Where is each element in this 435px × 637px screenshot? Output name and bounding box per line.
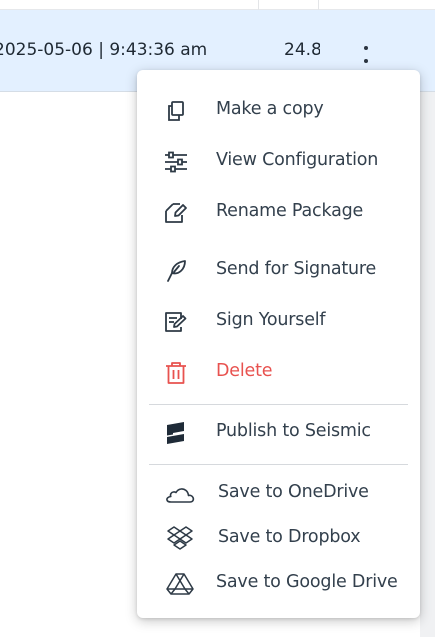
menu-divider <box>149 404 408 405</box>
menu-item-publish-to-seismic[interactable]: Publish to Seismic <box>137 411 420 455</box>
trash-icon <box>163 361 189 385</box>
rename-icon <box>163 201 189 225</box>
menu-item-label: Publish to Seismic <box>216 421 371 441</box>
menu-item-label: Send for Signature <box>216 259 377 279</box>
column-divider <box>318 0 319 10</box>
menu-item-save-to-google-drive[interactable]: Save to Google Drive <box>137 562 420 606</box>
table-previous-row <box>0 0 435 10</box>
dropbox-icon <box>165 526 195 551</box>
menu-item-label: View Configuration <box>216 150 379 170</box>
column-divider <box>258 0 259 10</box>
copy-icon <box>163 99 189 123</box>
menu-item-label: Sign Yourself <box>216 310 326 330</box>
menu-item-label: Save to Google Drive <box>216 572 398 592</box>
menu-item-label: Make a copy <box>216 99 324 119</box>
feather-pen-icon <box>163 259 189 283</box>
menu-item-save-to-onedrive[interactable]: Save to OneDrive <box>137 472 420 516</box>
menu-item-label: Save to OneDrive <box>218 482 369 502</box>
menu-item-view-configuration[interactable]: View Configuration <box>137 140 420 184</box>
row-context-menu: Make a copy View Configuration Rename Pa… <box>137 70 420 618</box>
scroll-track <box>420 92 435 637</box>
menu-item-save-to-dropbox[interactable]: Save to Dropbox <box>137 517 420 561</box>
sign-document-icon <box>163 310 189 334</box>
menu-divider <box>149 464 408 465</box>
row-size-cell: 24.8 <box>284 40 320 60</box>
menu-item-rename-package[interactable]: Rename Package <box>137 191 420 235</box>
row-date-cell: 2025-05-06 | 9:43:36 am <box>0 40 208 60</box>
menu-item-delete[interactable]: Delete <box>137 351 420 395</box>
google-drive-icon <box>165 572 195 596</box>
menu-item-sign-yourself[interactable]: Sign Yourself <box>137 300 420 344</box>
menu-item-label: Delete <box>216 361 273 381</box>
menu-item-make-copy[interactable]: Make a copy <box>137 89 420 133</box>
cloud-icon <box>165 482 195 506</box>
seismic-logo-icon <box>163 421 189 445</box>
menu-item-label: Rename Package <box>216 201 364 221</box>
menu-item-send-for-signature[interactable]: Send for Signature <box>137 249 420 293</box>
menu-item-label: Save to Dropbox <box>218 527 361 547</box>
sliders-icon <box>163 150 189 174</box>
